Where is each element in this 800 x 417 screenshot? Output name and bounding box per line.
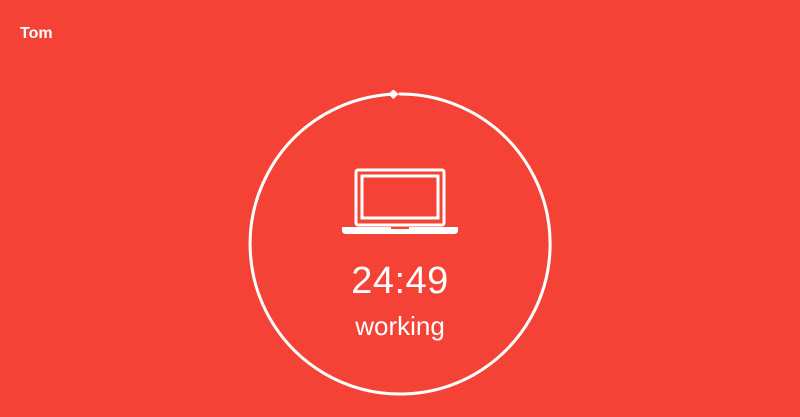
timer-progress-ring <box>246 90 554 398</box>
timer-ring-marker <box>388 90 399 100</box>
time-remaining: 24:49 <box>351 260 449 302</box>
user-name: Tom <box>20 25 53 42</box>
status-label: working <box>355 311 445 341</box>
laptop-icon <box>341 168 459 236</box>
